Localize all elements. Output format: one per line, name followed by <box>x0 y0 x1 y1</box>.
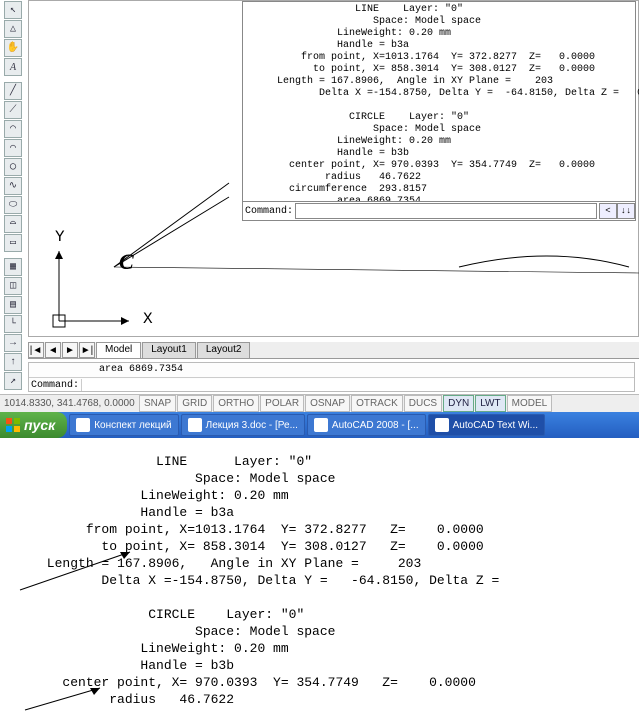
ellipse-arc-icon[interactable]: ⌓ <box>4 215 22 233</box>
tab-nav-last[interactable]: ►| <box>79 342 95 358</box>
region-icon[interactable]: ◫ <box>4 277 22 295</box>
taskbar-item[interactable]: Конспект лекций <box>69 414 178 436</box>
status-toggle-dyn[interactable]: DYN <box>443 395 474 412</box>
ucs-x-icon[interactable]: → <box>4 334 22 352</box>
status-toggle-lwt[interactable]: LWT <box>475 395 505 412</box>
status-toggle-grid[interactable]: GRID <box>177 395 212 412</box>
command-label: Command: <box>29 380 81 391</box>
arc2-icon[interactable]: ⌒ <box>4 139 22 157</box>
status-toggle-osnap[interactable]: OSNAP <box>305 395 350 412</box>
tab-nav-next[interactable]: ► <box>62 342 78 358</box>
tab-nav-prev[interactable]: ◄ <box>45 342 61 358</box>
status-toggle-snap[interactable]: SNAP <box>139 395 176 412</box>
triangle-icon[interactable]: △ <box>4 20 22 38</box>
command-bar: area 6869.7354 Command: <box>28 362 635 392</box>
status-toggle-ducs[interactable]: DUCS <box>404 395 442 412</box>
polyline-icon[interactable]: ⟋ <box>4 101 22 119</box>
status-bar: 1014.8330, 341.4768, 0.0000 SNAPGRIDORTH… <box>0 394 639 412</box>
tw-scroll-down-button[interactable]: ↓↓ <box>617 203 635 219</box>
taskbar: пуск Конспект лекций Лекция 3.doc - [Ре..… <box>0 412 639 438</box>
taskbar-item-label: Лекция 3.doc - [Ре... <box>206 420 298 431</box>
tw-command-input[interactable] <box>295 203 597 219</box>
ucs-origin-icon[interactable]: └ <box>4 315 22 333</box>
arc-icon[interactable]: ◠ <box>4 120 22 138</box>
ucs-y-icon[interactable]: ↑ <box>4 353 22 371</box>
tab-model[interactable]: Model <box>96 342 141 358</box>
tab-layout2[interactable]: Layout2 <box>197 342 251 358</box>
label-c: C <box>119 249 134 274</box>
taskbar-item-label: AutoCAD 2008 - [... <box>332 420 419 431</box>
coord-readout: 1014.8330, 341.4768, 0.0000 <box>0 398 138 409</box>
start-button[interactable]: пуск <box>0 412 67 438</box>
drawing-canvas[interactable]: X Y C LINE Layer: "0" Space: Model space… <box>28 0 639 337</box>
taskbar-item-label: Конспект лекций <box>94 420 171 431</box>
status-toggle-otrack[interactable]: OTRACK <box>351 395 403 412</box>
line-icon[interactable]: ╱ <box>4 82 22 100</box>
circle-icon[interactable]: ◯ <box>4 158 22 176</box>
text-window: LINE Layer: "0" Space: Model space LineW… <box>242 1 636 221</box>
cursor-icon[interactable]: ↖ <box>4 1 22 19</box>
acad-tw-icon <box>435 418 449 432</box>
ucs-x-label: X <box>143 310 153 328</box>
word-icon <box>188 418 202 432</box>
tw-scroll-left-button[interactable]: < <box>599 203 617 219</box>
rectangle-icon[interactable]: ▭ <box>4 234 22 252</box>
taskbar-item[interactable]: Лекция 3.doc - [Ре... <box>181 414 305 436</box>
folder-icon <box>76 418 90 432</box>
pan-icon[interactable]: ✋ <box>4 39 22 57</box>
start-label: пуск <box>24 417 55 433</box>
taskbar-item-label: AutoCAD Text Wi... <box>453 420 538 431</box>
status-toggle-model[interactable]: MODEL <box>507 395 553 412</box>
taskbar-item[interactable]: AutoCAD Text Wi... <box>428 414 545 436</box>
status-toggle-polar[interactable]: POLAR <box>260 395 304 412</box>
tab-nav-first[interactable]: |◄ <box>28 342 44 358</box>
acad-icon <box>314 418 328 432</box>
ucs-z-icon[interactable]: ↗ <box>4 372 22 390</box>
text-window-content: LINE Layer: "0" Space: Model space LineW… <box>243 2 635 208</box>
layout-tabs: |◄ ◄ ► ►| Model Layout1 Layout2 <box>28 342 639 359</box>
taskbar-item[interactable]: AutoCAD 2008 - [... <box>307 414 426 436</box>
command-history: area 6869.7354 <box>29 363 634 378</box>
tw-command-label: Command: <box>243 206 295 217</box>
spline-icon[interactable]: ∿ <box>4 177 22 195</box>
status-toggle-ortho[interactable]: ORTHO <box>213 395 259 412</box>
letter-a-icon[interactable]: A <box>4 58 22 76</box>
command-input[interactable] <box>81 379 634 391</box>
hatch-icon[interactable]: ▦ <box>4 258 22 276</box>
left-toolbar: ↖ △ ✋ A ╱ ⟋ ◠ ⌒ ◯ ∿ ⬭ ⌓ ▭ ▦ ◫ ▤ └ → ↑ ↗ <box>4 0 22 391</box>
tab-layout1[interactable]: Layout1 <box>142 342 196 358</box>
ellipse-icon[interactable]: ⬭ <box>4 196 22 214</box>
windows-logo-icon <box>6 418 20 432</box>
ucs-y-label: Y <box>55 228 65 246</box>
excerpt-text: LINE Layer: "0" Space: Model space LineW… <box>0 453 639 708</box>
table-icon[interactable]: ▤ <box>4 296 22 314</box>
